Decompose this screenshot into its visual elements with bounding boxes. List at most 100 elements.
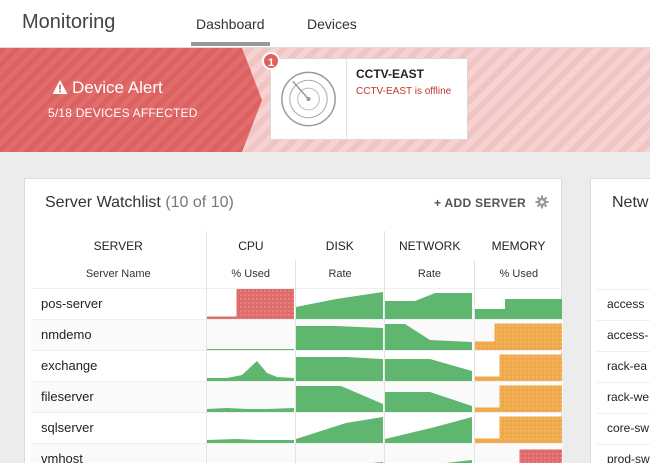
disk-sparkline [295,356,383,381]
network-cell [384,318,475,350]
device-name: CCTV-EAST [356,67,425,81]
alert-arrow-shape [0,48,262,152]
add-server-button[interactable]: + ADD SERVER [434,196,526,210]
disk-area [295,416,383,443]
panel-title-text: Server Watchlist [45,194,161,211]
radar-icon [281,59,347,139]
alert-title-text: Device Alert [72,78,163,97]
network-panel-title: Netw [612,194,649,211]
network-sparkline [385,292,473,319]
app-title: Monitoring [22,11,116,33]
network-device-row[interactable]: rack-we [607,390,649,404]
memory-cell [473,287,563,319]
subheader-memory: % Used [473,260,563,288]
network-area [385,323,473,350]
row-divider [597,444,650,445]
cpu-cell [205,380,296,412]
network-sparkline [443,459,473,463]
network-cell [384,380,475,412]
alert-count-badge: 1 [262,52,280,70]
network-device-row[interactable]: access- [607,328,648,342]
memory-sparkline [474,354,562,381]
tab-devices[interactable]: Devices [307,16,357,32]
memory-cell [473,349,563,381]
cpu-sparkline [206,348,294,350]
network-area [385,391,473,412]
gear-icon[interactable] [535,195,549,209]
network-area [385,416,473,443]
cpu-area [206,407,294,412]
server-name[interactable]: pos-server [31,287,206,319]
column-header-server[interactable]: SERVER [31,231,206,260]
disk-cell [294,349,385,381]
column-header-cpu[interactable]: CPU [205,231,296,260]
subheader-cpu: % Used [205,260,296,288]
device-status: CCTV-EAST is offline [356,86,452,97]
cpu-sparkline [206,360,294,381]
table-row[interactable]: exchange [31,349,563,381]
column-header-memory[interactable]: MEMORY [474,231,563,260]
network-area [385,292,473,319]
network-device-row[interactable]: rack-ea [607,359,647,373]
memory-area [474,298,562,319]
cpu-area [206,348,294,350]
column-header-network[interactable]: NETWORK [384,231,475,260]
active-tab-indicator [191,42,270,46]
alert-title[interactable]: Device Alert [52,78,163,98]
disk-sparkline [295,416,383,443]
network-cell [384,287,475,319]
network-area [385,358,473,381]
disk-cell [294,287,385,319]
server-count: (10 of 10) [165,194,234,211]
table-row[interactable]: vmhost [31,442,563,463]
memory-area [474,323,562,350]
disk-cell [294,411,385,443]
table-row[interactable]: pos-server [31,287,563,319]
disk-cell [294,442,385,463]
memory-cell [473,318,563,350]
table-header-row: SERVER CPU DISK NETWORK MEMORY [31,231,563,260]
device-alert-card[interactable]: CCTV-EAST CCTV-EAST is offline [270,58,468,140]
network-cell [384,442,475,463]
memory-sparkline [519,449,562,463]
row-divider [597,289,650,290]
alert-banner: Device Alert 5/18 DEVICES AFFECTED CCTV-… [0,48,650,152]
server-name[interactable]: fileserver [31,380,206,412]
cpu-cell [205,442,296,463]
server-name[interactable]: nmdemo [31,318,206,350]
table-row[interactable]: nmdemo [31,318,563,350]
cpu-area [206,288,294,319]
disk-sparkline [295,291,383,319]
memory-cell [473,411,563,443]
network-device-row[interactable]: prod-sw [607,452,650,463]
column-header-disk[interactable]: DISK [295,231,384,260]
server-name[interactable]: exchange [31,349,206,381]
disk-sparkline [295,325,383,350]
server-name[interactable]: vmhost [31,442,206,463]
top-bar: Monitoring Dashboard Devices [0,0,650,48]
memory-cell [473,442,563,463]
disk-cell [294,380,385,412]
network-sparkline [385,391,473,412]
row-divider [597,413,650,414]
subheader-disk: Rate [294,260,385,288]
cpu-cell [205,287,296,319]
table-row[interactable]: sqlserver [31,411,563,443]
disk-sparkline [295,385,383,412]
server-name[interactable]: sqlserver [31,411,206,443]
plus-icon: + [434,196,442,210]
alert-subtitle: 5/18 DEVICES AFFECTED [48,106,198,120]
tab-dashboard[interactable]: Dashboard [196,16,265,32]
network-device-row[interactable]: core-sw [607,421,649,435]
cpu-sparkline [206,288,294,319]
network-device-row[interactable]: access [607,297,644,311]
row-divider [597,351,650,352]
network-sparkline [385,358,473,381]
warning-icon [52,80,68,94]
disk-area [295,325,383,350]
cpu-area [206,438,294,443]
disk-cell [294,318,385,350]
memory-cell [473,380,563,412]
row-divider [597,320,650,321]
table-row[interactable]: fileserver [31,380,563,412]
